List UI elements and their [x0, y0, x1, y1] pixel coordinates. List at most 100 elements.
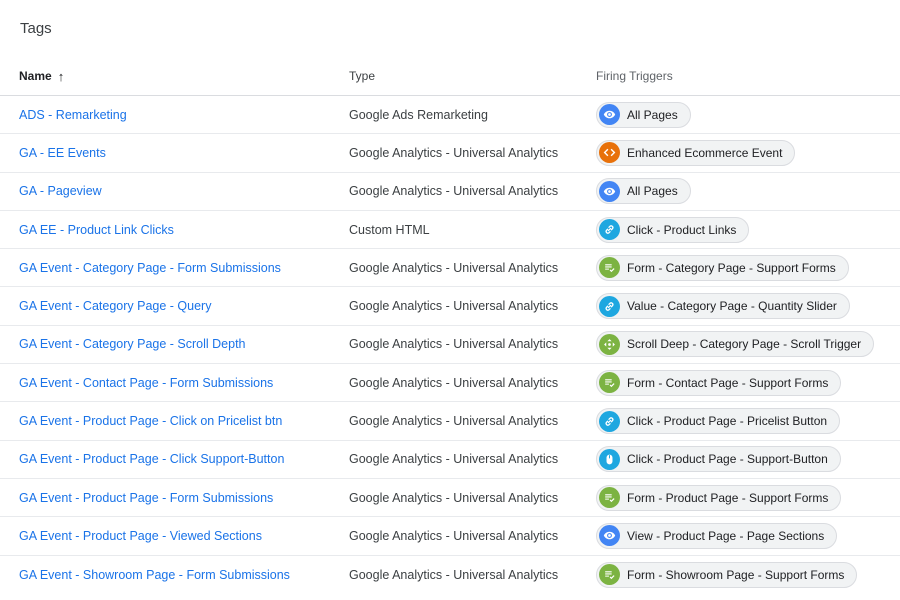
- cell-name: GA Event - Showroom Page - Form Submissi…: [0, 568, 349, 582]
- table-row: GA Event - Category Page - Query Google A…: [0, 287, 900, 326]
- trigger-chip[interactable]: All Pages: [596, 101, 691, 128]
- trigger-chip[interactable]: Enhanced Ecommerce Event: [596, 139, 796, 166]
- table-row: GA Event - Contact Page - Form Submissio…: [0, 364, 900, 403]
- tag-name-link[interactable]: GA Event - Category Page - Query: [19, 299, 211, 313]
- table-row: GA Event - Product Page - Form Submissio…: [0, 479, 900, 518]
- tag-name-link[interactable]: GA EE - Product Link Clicks: [19, 223, 174, 237]
- tag-type: Google Analytics - Universal Analytics: [349, 184, 559, 199]
- tag-name-link[interactable]: GA Event - Category Page - Form Submissi…: [19, 261, 281, 275]
- trigger-chip-label: Enhanced Ecommerce Event: [627, 145, 783, 160]
- link-icon: [599, 410, 620, 432]
- trigger-chip[interactable]: Form - Showroom Page - Support Forms: [596, 561, 858, 588]
- tag-type: Custom HTML: [349, 222, 430, 237]
- table-row: GA Event - Category Page - Form Submissi…: [0, 249, 900, 288]
- trigger-chip[interactable]: Click - Product Links: [596, 216, 750, 243]
- scroll-icon: [599, 333, 620, 355]
- tag-type: Google Analytics - Universal Analytics: [349, 145, 559, 160]
- tag-name-link[interactable]: GA Event - Category Page - Scroll Depth: [19, 337, 246, 351]
- form-icon: [599, 257, 620, 279]
- trigger-chip[interactable]: Click - Product Page - Pricelist Button: [596, 408, 841, 435]
- tag-type: Google Analytics - Universal Analytics: [349, 299, 559, 314]
- cell-name: GA Event - Product Page - Click Support-…: [0, 452, 349, 466]
- form-icon: [599, 487, 620, 509]
- trigger-chip[interactable]: Scroll Deep - Category Page - Scroll Tri…: [596, 331, 875, 358]
- code-icon: [599, 142, 620, 164]
- table-row: GA Event - Product Page - Click on Price…: [0, 402, 900, 441]
- link-icon: [599, 219, 620, 241]
- tag-name-link[interactable]: ADS - Remarketing: [19, 108, 127, 122]
- trigger-chip-label: Form - Category Page - Support Forms: [627, 260, 836, 275]
- column-header-name-label: Name: [19, 69, 52, 83]
- cell-firing-triggers: Form - Category Page - Support Forms: [596, 254, 900, 281]
- page-title: Tags: [20, 20, 52, 37]
- cell-firing-triggers: Enhanced Ecommerce Event: [596, 139, 900, 166]
- trigger-chip-label: Form - Contact Page - Support Forms: [627, 375, 829, 390]
- trigger-chip[interactable]: View - Product Page - Page Sections: [596, 522, 838, 549]
- table-row: ADS - Remarketing Google Ads Remarketing A…: [0, 96, 900, 135]
- tags-table: Name ↑ Type Firing Triggers ADS - Remark…: [0, 57, 900, 594]
- trigger-chip-label: Click - Product Page - Pricelist Button: [627, 414, 828, 429]
- tag-type: Google Analytics - Universal Analytics: [349, 337, 559, 352]
- cell-name: GA Event - Category Page - Form Submissi…: [0, 261, 349, 275]
- cell-firing-triggers: Value - Category Page - Quantity Slider: [596, 293, 900, 320]
- cell-name: GA Event - Product Page - Viewed Section…: [0, 529, 349, 543]
- tag-name-link[interactable]: GA - EE Events: [19, 146, 106, 160]
- tag-name-link[interactable]: GA - Pageview: [19, 184, 102, 198]
- tag-name-link[interactable]: GA Event - Product Page - Form Submissio…: [19, 491, 273, 505]
- column-header-type[interactable]: Type: [349, 69, 596, 83]
- tag-name-link[interactable]: GA Event - Product Page - Click Support-…: [19, 452, 284, 466]
- trigger-chip-label: Form - Showroom Page - Support Forms: [627, 567, 845, 582]
- form-icon: [599, 372, 620, 394]
- tag-name-link[interactable]: GA Event - Product Page - Viewed Section…: [19, 529, 262, 543]
- cell-name: GA - EE Events: [0, 146, 349, 160]
- table-row: GA EE - Product Link Clicks Custom HTML Cl…: [0, 211, 900, 250]
- trigger-chip[interactable]: Form - Product Page - Support Forms: [596, 484, 842, 511]
- table-row: GA Event - Category Page - Scroll Depth G…: [0, 326, 900, 365]
- cell-name: GA - Pageview: [0, 184, 349, 198]
- sort-arrow-up-icon[interactable]: ↑: [58, 69, 65, 84]
- column-header-firing-triggers: Firing Triggers: [596, 69, 673, 83]
- cell-firing-triggers: Click - Product Page - Support-Button: [596, 446, 900, 473]
- trigger-chip-label: View - Product Page - Page Sections: [627, 528, 825, 543]
- tag-name-link[interactable]: GA Event - Product Page - Click on Price…: [19, 414, 282, 428]
- cell-firing-triggers: Scroll Deep - Category Page - Scroll Tri…: [596, 331, 900, 358]
- cell-name: GA Event - Product Page - Form Submissio…: [0, 491, 349, 505]
- tag-type: Google Analytics - Universal Analytics: [349, 452, 559, 467]
- trigger-chip[interactable]: All Pages: [596, 178, 691, 205]
- tag-type: Google Analytics - Universal Analytics: [349, 567, 559, 582]
- tag-name-link[interactable]: GA Event - Contact Page - Form Submissio…: [19, 376, 273, 390]
- trigger-chip-label: Value - Category Page - Quantity Slider: [627, 299, 837, 314]
- mouse-icon: [599, 448, 620, 470]
- table-row: GA Event - Product Page - Click Support-…: [0, 441, 900, 479]
- tag-name-link[interactable]: GA Event - Showroom Page - Form Submissi…: [19, 568, 290, 582]
- cell-firing-triggers: All Pages: [596, 101, 900, 128]
- tag-type: Google Analytics - Universal Analytics: [349, 414, 559, 429]
- eye-icon: [599, 104, 620, 126]
- tag-type: Google Analytics - Universal Analytics: [349, 528, 559, 543]
- eye-icon: [599, 180, 620, 202]
- trigger-chip-label: All Pages: [627, 184, 678, 199]
- eye-icon: [599, 525, 620, 547]
- trigger-chip[interactable]: Click - Product Page - Support-Button: [596, 446, 841, 473]
- cell-firing-triggers: Click - Product Page - Pricelist Button: [596, 408, 900, 435]
- cell-firing-triggers: Click - Product Links: [596, 216, 900, 243]
- cell-name: GA Event - Category Page - Query: [0, 299, 349, 313]
- cell-firing-triggers: All Pages: [596, 178, 900, 205]
- trigger-chip[interactable]: Form - Category Page - Support Forms: [596, 254, 849, 281]
- table-row: GA Event - Product Page - Viewed Section…: [0, 517, 900, 556]
- table-header: Name ↑ Type Firing Triggers: [0, 57, 900, 96]
- tag-type: Google Analytics - Universal Analytics: [349, 260, 559, 275]
- cell-firing-triggers: Form - Product Page - Support Forms: [596, 484, 900, 511]
- tag-type: Google Ads Remarketing: [349, 107, 488, 122]
- trigger-chip-label: Form - Product Page - Support Forms: [627, 490, 829, 505]
- trigger-chip-label: Click - Product Page - Support-Button: [627, 452, 828, 467]
- trigger-chip-label: Click - Product Links: [627, 222, 737, 237]
- table-row: GA - Pageview Google Analytics - Universa…: [0, 173, 900, 211]
- tag-type: Google Analytics - Universal Analytics: [349, 490, 559, 505]
- column-header-name[interactable]: Name ↑: [0, 69, 349, 84]
- cell-firing-triggers: View - Product Page - Page Sections: [596, 522, 900, 549]
- trigger-chip[interactable]: Form - Contact Page - Support Forms: [596, 369, 842, 396]
- cell-firing-triggers: Form - Contact Page - Support Forms: [596, 369, 900, 396]
- trigger-chip[interactable]: Value - Category Page - Quantity Slider: [596, 293, 850, 320]
- cell-name: ADS - Remarketing: [0, 108, 349, 122]
